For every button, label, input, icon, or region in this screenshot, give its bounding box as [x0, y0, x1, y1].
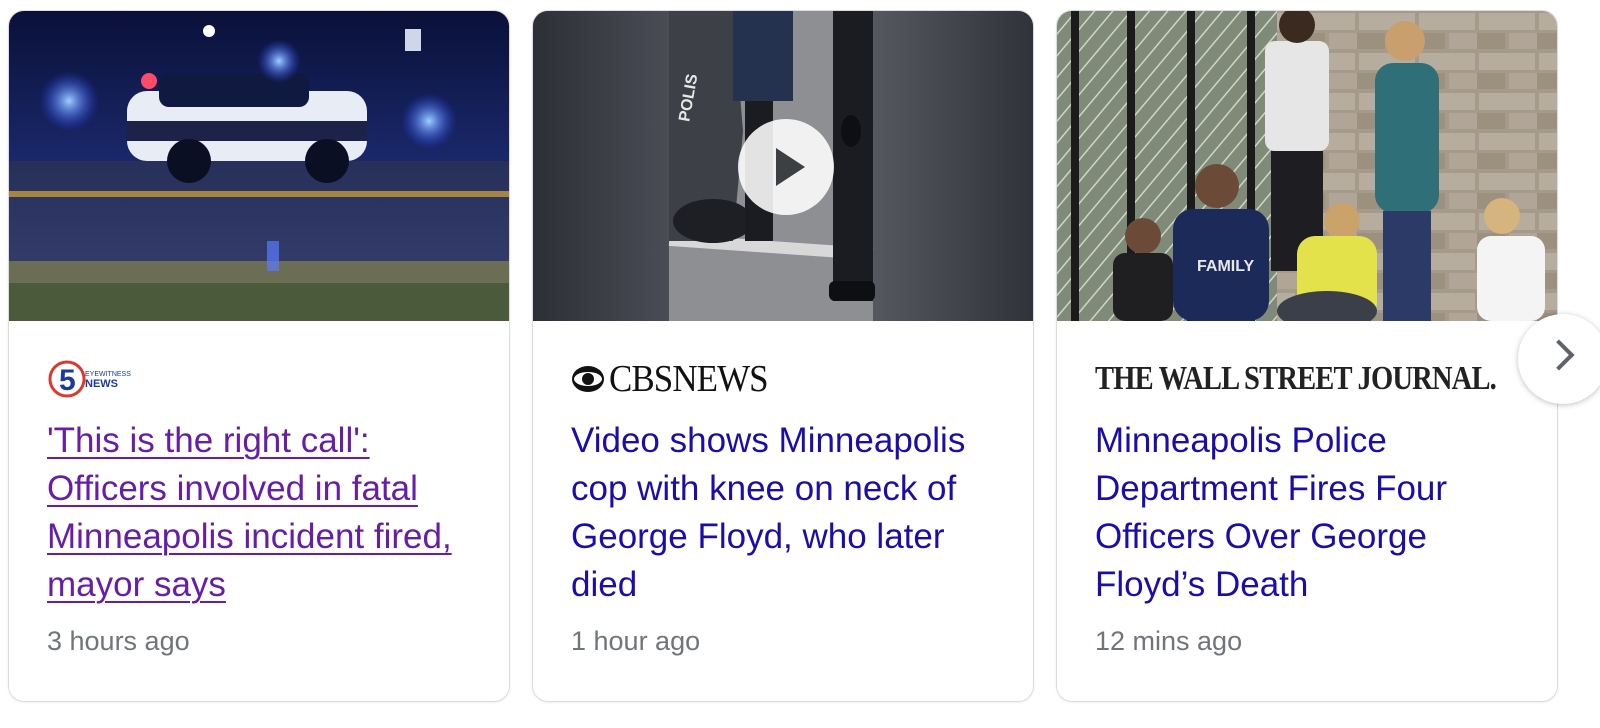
- chevron-right-icon: [1543, 339, 1575, 371]
- news-headline-link[interactable]: 'This is the right call': Officers invol…: [47, 417, 477, 609]
- news-thumbnail-people[interactable]: FAMILY: [1057, 11, 1557, 321]
- cbs-logo-text: CBSNEWS: [609, 358, 769, 400]
- wsj-logo-text: THE WALL STREET JOURNAL.: [1095, 360, 1497, 397]
- news-timestamp: 3 hours ago: [47, 626, 190, 656]
- news-timestamp: 1 hour ago: [571, 626, 701, 656]
- svg-text:5: 5: [59, 364, 76, 397]
- news-timestamp: 12 mins ago: [1095, 626, 1243, 656]
- news-headline-link[interactable]: Video shows Minneapolis cop with knee on…: [571, 417, 1001, 609]
- news-card[interactable]: FAMILY THE WALL STREET JOURNAL. Minneapo…: [1056, 10, 1558, 702]
- source-logo-wsj: THE WALL STREET JOURNAL.: [1095, 357, 1557, 401]
- cbs-eye-icon: [572, 366, 604, 392]
- news-thumbnail-video[interactable]: POLIS: [533, 11, 1033, 321]
- top-stories-carousel: 5 EYEWITNESS NEWS 'This is the right cal…: [0, 0, 1600, 728]
- play-icon: [776, 148, 805, 186]
- kstp-logo-icon: 5 EYEWITNESS NEWS: [48, 360, 131, 398]
- source-logo-cbs: CBSNEWS: [571, 357, 781, 401]
- news-card[interactable]: POLIS CBSNEWS Video shows Minneapolis co…: [532, 10, 1034, 702]
- play-video-button[interactable]: [738, 119, 834, 215]
- svg-text:EYEWITNESS: EYEWITNESS: [85, 371, 131, 378]
- carousel-next-button[interactable]: [1518, 314, 1600, 404]
- source-logo-kstp: 5 EYEWITNESS NEWS: [47, 357, 137, 401]
- news-thumbnail-police-car[interactable]: [9, 11, 509, 321]
- news-headline-link[interactable]: Minneapolis Police Department Fires Four…: [1095, 417, 1525, 609]
- news-card[interactable]: 5 EYEWITNESS NEWS 'This is the right cal…: [8, 10, 510, 702]
- svg-text:NEWS: NEWS: [85, 378, 118, 390]
- svg-text:FAMILY: FAMILY: [1197, 258, 1255, 275]
